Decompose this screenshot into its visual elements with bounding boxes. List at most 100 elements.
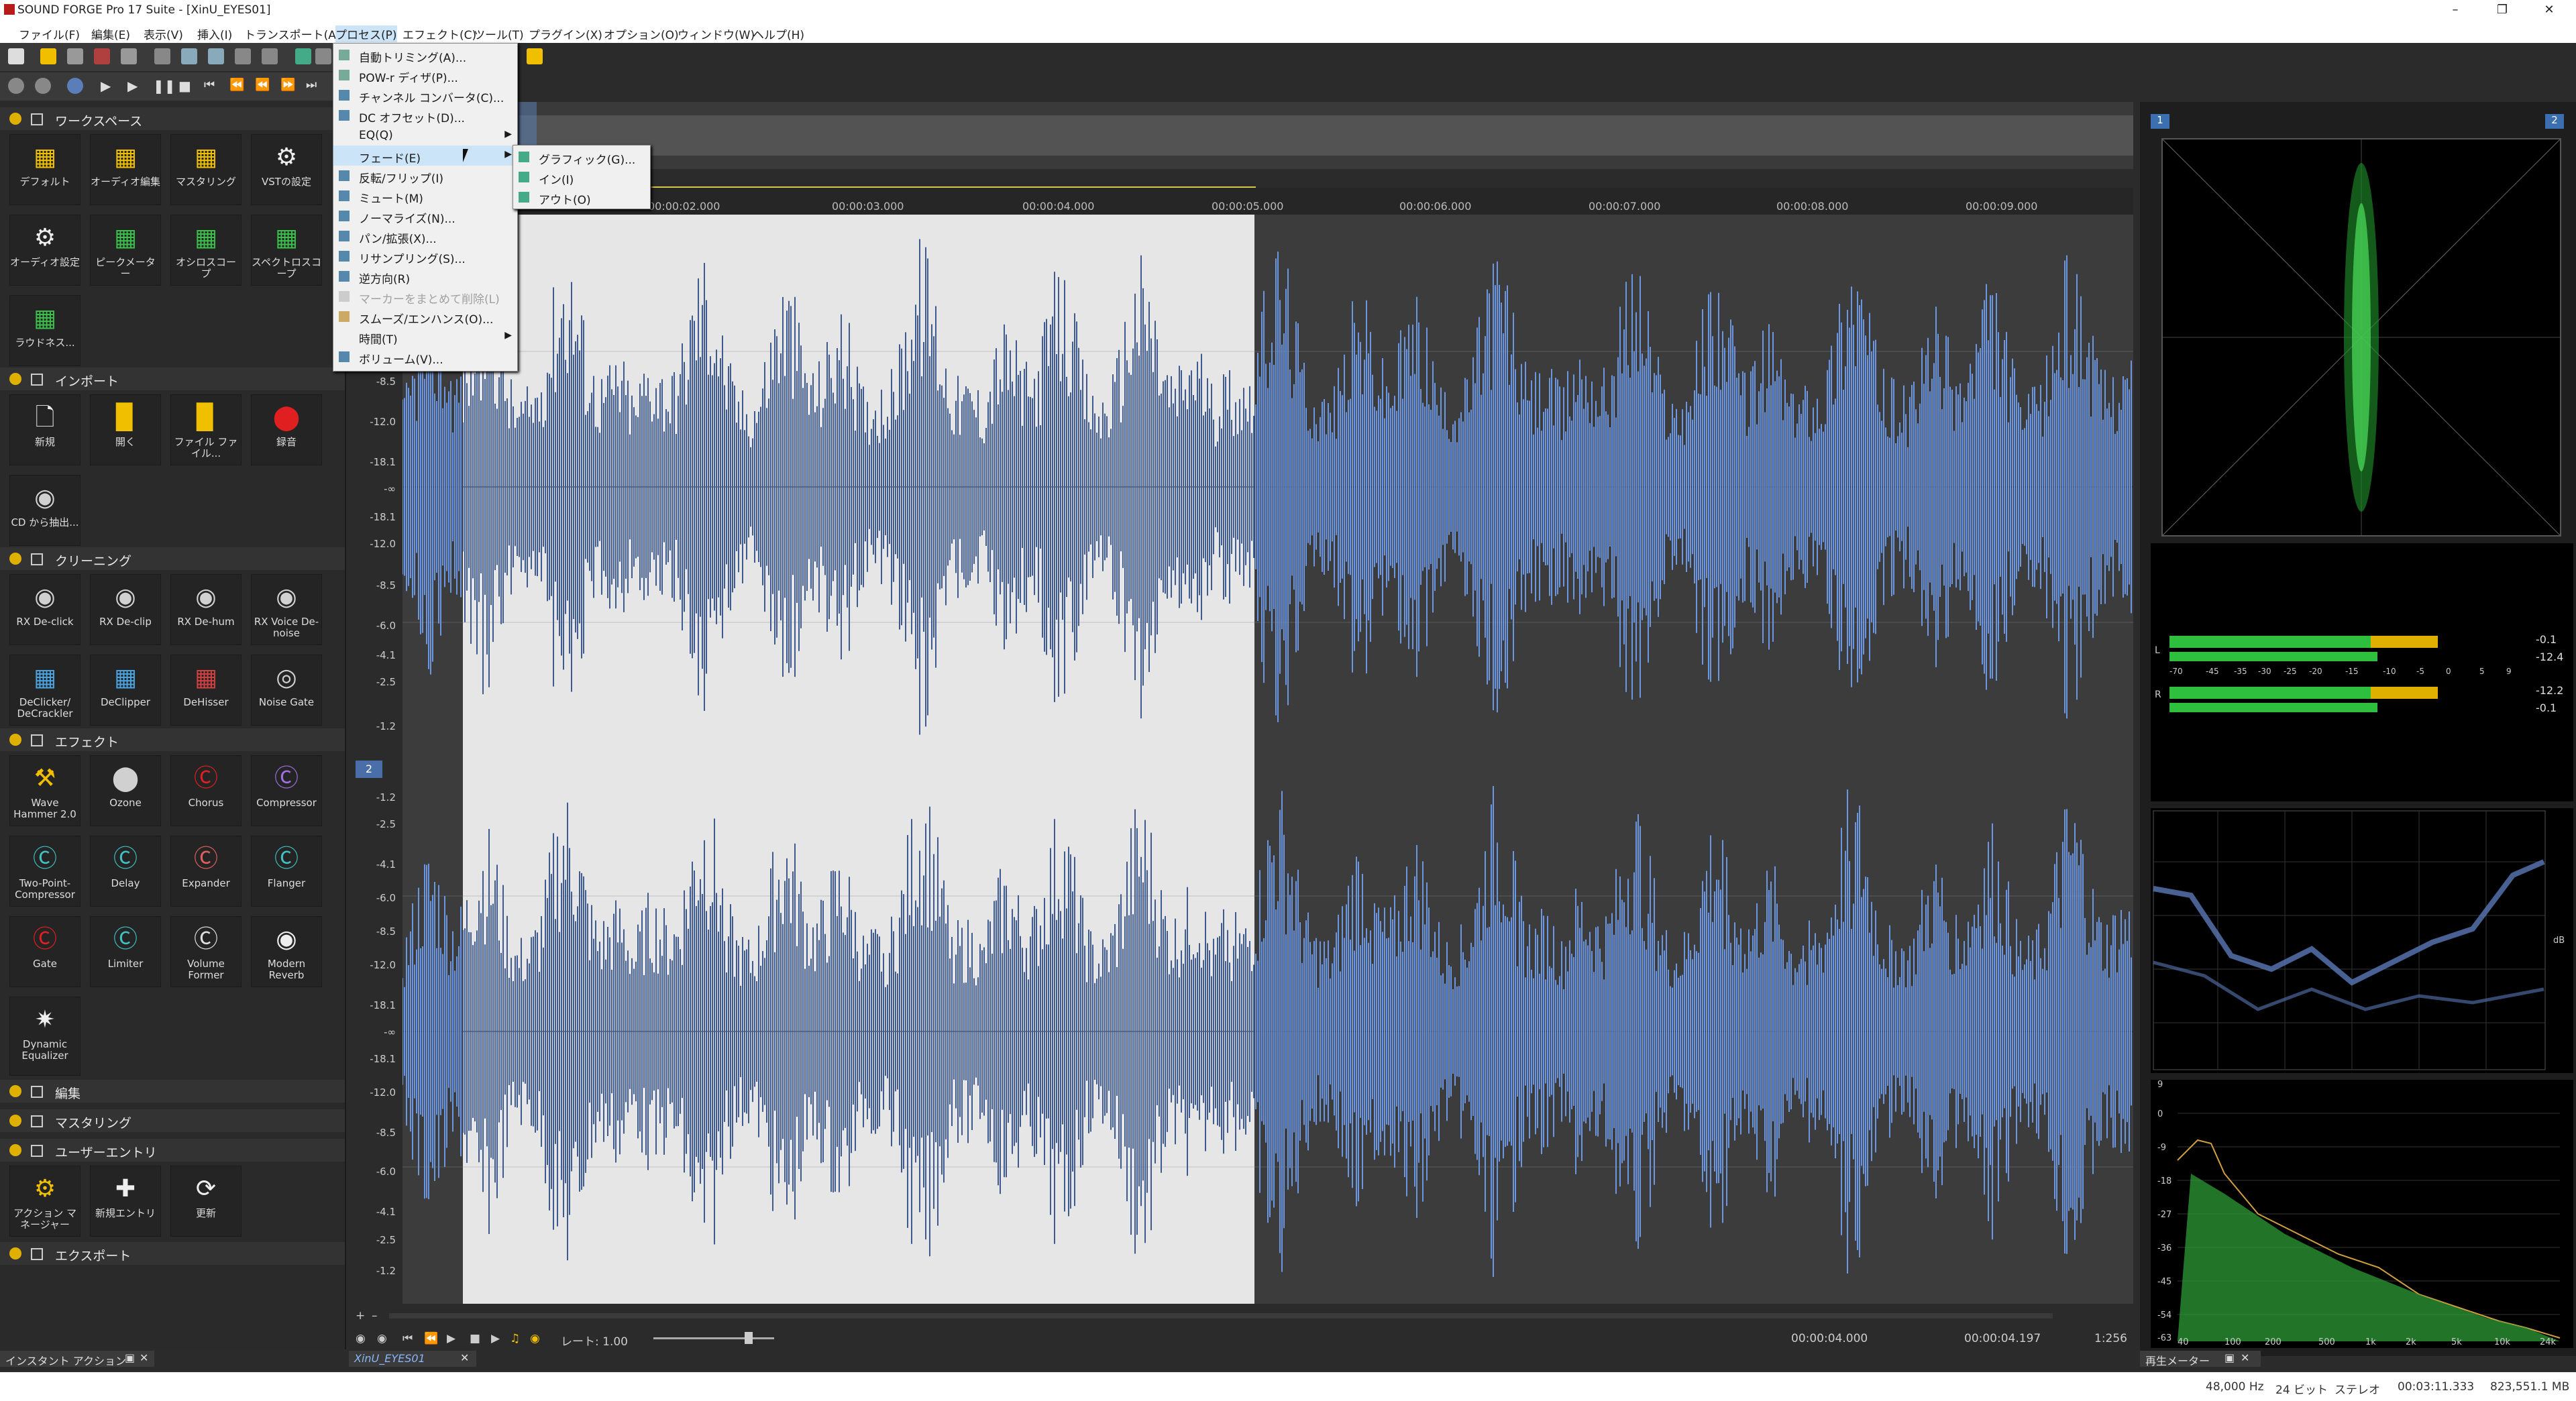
section-checkbox[interactable] xyxy=(31,1115,43,1127)
paste-icon[interactable] xyxy=(208,48,224,64)
menu-tools[interactable]: ツール(T) xyxy=(474,25,524,42)
record-mode-icon[interactable] xyxy=(8,78,24,94)
menu-options[interactable]: オプション(O) xyxy=(604,25,679,42)
close-icon[interactable]: ✕ xyxy=(140,1351,148,1364)
position-field[interactable]: 00:00:04.000 xyxy=(1791,1332,1868,1345)
tile-default[interactable]: ▦ デフォルト xyxy=(9,134,80,205)
tile-loudness[interactable]: ▦ ラウドネス... xyxy=(9,295,80,366)
tile-modern-reverb[interactable]: ◉ Modern Reverb xyxy=(251,916,322,987)
chevron-right-icon[interactable] xyxy=(9,1115,21,1127)
zoom-in-icon[interactable]: + xyxy=(356,1309,365,1323)
pin-icon[interactable]: ▣ xyxy=(125,1351,135,1364)
tile-compressor[interactable]: Ⓒ Compressor xyxy=(251,755,322,826)
tile-rx-voice-denoise[interactable]: ◉ RX Voice De-noise xyxy=(251,574,322,645)
menu-transport[interactable]: トランスポート(A) xyxy=(244,25,341,42)
tile-file-file[interactable]: ▉ ファイル ファイル... xyxy=(170,394,241,465)
rewind2-icon[interactable]: ⏪ xyxy=(255,78,271,94)
menu-item-invert-flip[interactable]: 反転/フリップ(I) xyxy=(333,166,517,186)
pause-icon[interactable]: ❚❚ xyxy=(153,78,176,94)
open-folder-icon[interactable] xyxy=(40,48,56,64)
forward-icon[interactable]: ⏩ xyxy=(280,78,297,94)
tile-open[interactable]: ▉ 開く xyxy=(90,394,161,465)
save-icon[interactable] xyxy=(67,48,83,64)
menu-item-pan-expand[interactable]: パン/拡張(X)... xyxy=(333,226,517,246)
play-icon[interactable]: ▶ xyxy=(127,78,144,94)
tile-audio-edit[interactable]: ▦ オーディオ編集 xyxy=(90,134,161,205)
new-file-icon[interactable] xyxy=(8,48,24,64)
tile-rx-dehum[interactable]: ◉ RX De-hum xyxy=(170,574,241,645)
section-export[interactable]: エクスポート xyxy=(0,1242,345,1265)
menu-item-mute[interactable]: ミュート(M) xyxy=(333,186,517,206)
tile-chorus[interactable]: Ⓒ Chorus xyxy=(170,755,241,826)
menu-item-delete-markers[interactable]: マーカーをまとめて削除(L) xyxy=(333,286,517,306)
chevron-down-icon[interactable] xyxy=(9,553,21,565)
section-checkbox[interactable] xyxy=(31,374,43,386)
tile-declicker[interactable]: ▦ DeClicker/ DeCrackler xyxy=(9,655,80,726)
save-all-icon[interactable] xyxy=(121,48,137,64)
record-icon[interactable]: ◉ xyxy=(377,1332,387,1345)
zoom-ratio[interactable]: 1:256 xyxy=(2094,1332,2127,1345)
minimize-button[interactable]: – xyxy=(2435,0,2475,20)
menu-plugins[interactable]: プラグイン(X) xyxy=(529,25,602,42)
menu-help[interactable]: ヘルプ(H) xyxy=(753,25,804,42)
menu-item-dc-offset[interactable]: DC オフセット(D)... xyxy=(333,105,517,125)
tile-ozone[interactable]: ⬤ Ozone xyxy=(90,755,161,826)
tile-two-point-compressor[interactable]: Ⓒ Two-Point-Compressor xyxy=(9,836,80,907)
tile-oscilloscope[interactable]: ▦ オシロスコープ xyxy=(170,215,241,286)
zoom-out-icon[interactable]: – xyxy=(372,1309,378,1323)
tile-volume-former[interactable]: Ⓒ Volume Former xyxy=(170,916,241,987)
menu-item-smooth-enhance[interactable]: スムーズ/エンハンス(O)... xyxy=(333,306,517,327)
tile-expander[interactable]: Ⓒ Expander xyxy=(170,836,241,907)
save-as-icon[interactable] xyxy=(94,48,110,64)
section-checkbox[interactable] xyxy=(31,1086,43,1098)
chevron-down-icon[interactable] xyxy=(9,1144,21,1156)
rewind-icon[interactable]: ⏪ xyxy=(229,78,246,94)
section-mastering[interactable]: マスタリング xyxy=(0,1109,345,1132)
menu-item-fade-graphic[interactable]: グラフィック(G)... xyxy=(513,147,650,167)
menu-item-reverse[interactable]: 逆方向(R) xyxy=(333,266,517,286)
menu-item-fade[interactable]: フェード(E) ▶ xyxy=(333,146,517,166)
menu-item-fade-in[interactable]: イン(I) xyxy=(513,167,650,187)
tile-delay[interactable]: Ⓒ Delay xyxy=(90,836,161,907)
section-checkbox[interactable] xyxy=(31,1248,43,1260)
go-end-icon[interactable]: ⏭ xyxy=(306,78,322,94)
channel-1-waveform[interactable] xyxy=(402,215,2133,759)
prev-icon[interactable]: ⏪ xyxy=(424,1332,438,1345)
section-edit[interactable]: 編集 xyxy=(0,1080,345,1103)
horizontal-scrollbar[interactable] xyxy=(389,1313,2053,1319)
chevron-down-icon[interactable] xyxy=(9,113,21,125)
tile-rx-declip[interactable]: ◉ RX De-clip xyxy=(90,574,161,645)
tile-spectroscope[interactable]: ▦ スペクトロスコープ xyxy=(251,215,322,286)
time-ruler[interactable]: 00:00:02.000 00:00:03.000 00:00:04.000 0… xyxy=(402,188,2133,215)
playback-meter-tab[interactable]: 再生メーター ▣ ✕ xyxy=(2140,1351,2261,1367)
channel-2-waveform[interactable] xyxy=(402,759,2133,1304)
menu-item-eq[interactable]: EQ(Q) ▶ xyxy=(333,125,517,146)
tile-vst-settings[interactable]: ⚙ VSTの設定 xyxy=(251,134,322,205)
menu-item-pow-r-dither[interactable]: POW-r ディザ(P)... xyxy=(333,65,517,85)
menu-file[interactable]: ファイル(F) xyxy=(19,25,80,42)
waveform-overview[interactable] xyxy=(402,102,2194,169)
tile-flanger[interactable]: Ⓒ Flanger xyxy=(251,836,322,907)
tile-peak-meter[interactable]: ▦ ピークメーター xyxy=(90,215,161,286)
section-user-entry[interactable]: ユーザーエントリ xyxy=(0,1139,345,1162)
go-start-icon[interactable]: ⏮ xyxy=(402,1332,413,1345)
tile-audio-settings[interactable]: ⚙ オーディオ設定 xyxy=(9,215,80,286)
menu-edit[interactable]: 編集(E) xyxy=(91,25,130,42)
close-button[interactable]: ✕ xyxy=(2529,0,2569,20)
section-checkbox[interactable] xyxy=(31,1145,43,1157)
loop-mode-icon[interactable] xyxy=(35,78,51,94)
menu-insert[interactable]: 挿入(I) xyxy=(197,25,232,42)
tile-action-manager[interactable]: ⚙ アクション マネージャー xyxy=(9,1166,80,1237)
section-workspace[interactable]: ワークスペース xyxy=(0,107,345,130)
tile-refresh[interactable]: ⟳ 更新 xyxy=(170,1166,241,1237)
trim-icon[interactable] xyxy=(295,48,311,64)
tile-new[interactable]: 🗋 新規 xyxy=(9,394,80,465)
pin-icon[interactable]: ▣ xyxy=(2224,1351,2235,1364)
menu-window[interactable]: ウィンドウ(W) xyxy=(678,25,755,42)
section-effects[interactable]: エフェクト xyxy=(0,728,345,751)
stop-icon[interactable]: ■ xyxy=(470,1332,480,1345)
tile-dynamic-equalizer[interactable]: ✷ Dynamic Equalizer xyxy=(9,997,80,1076)
tile-new-entry[interactable]: ✚ 新規エントリ xyxy=(90,1166,161,1237)
menu-item-time[interactable]: 時間(T) ▶ xyxy=(333,327,517,347)
undo-icon[interactable] xyxy=(315,48,331,64)
